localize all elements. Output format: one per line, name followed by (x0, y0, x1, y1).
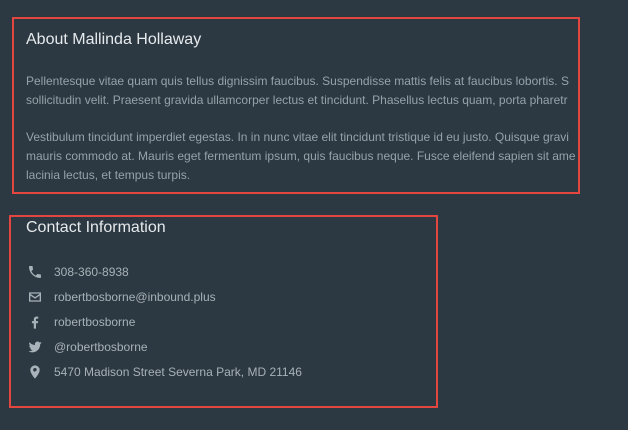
twitter-icon (26, 338, 44, 356)
contact-facebook-text: robertbosborne (54, 314, 136, 329)
contact-item-twitter: @robertbosborne (26, 334, 302, 359)
about-paragraph-one-line-two: sollicitudin velit. Praesent gravida ull… (26, 93, 568, 107)
contact-list: 308-360-8938 robertbosborne@inbound.plus… (26, 259, 302, 384)
about-paragraph-two-line-three: lacinia lectus, et tempus turpis. (26, 168, 191, 182)
contact-item-email: robertbosborne@inbound.plus (26, 284, 302, 309)
about-section: About Mallinda Hollaway Pellentesque vit… (0, 0, 628, 198)
email-icon (26, 288, 44, 306)
contact-section: Contact Information 308-360-8938 robertb… (0, 198, 628, 430)
phone-icon (26, 263, 44, 281)
contact-location-text: 5470 Madison Street Severna Park, MD 211… (54, 364, 302, 379)
contact-phone-text: 308-360-8938 (54, 264, 129, 279)
contact-title: Contact Information (26, 219, 166, 236)
about-title: About Mallinda Hollaway (26, 31, 202, 48)
contact-twitter-text: @robertbosborne (54, 339, 148, 354)
contact-item-facebook: robertbosborne (26, 309, 302, 334)
about-paragraph-one-line-one: Pellentesque vitae quam quis tellus dign… (26, 74, 569, 88)
about-copy: Pellentesque vitae quam quis tellus dign… (26, 72, 628, 185)
facebook-icon (26, 313, 44, 331)
about-paragraph-two-line-one: Vestibulum tincidunt imperdiet egestas. … (26, 130, 569, 144)
about-paragraph-two: Vestibulum tincidunt imperdiet egestas. … (26, 128, 628, 185)
about-paragraph-two-line-two: mauris commodo at. Mauris eget fermentum… (26, 149, 576, 163)
location-icon (26, 363, 44, 381)
contact-email-text: robertbosborne@inbound.plus (54, 289, 216, 304)
contact-item-phone: 308-360-8938 (26, 259, 302, 284)
contact-item-location: 5470 Madison Street Severna Park, MD 211… (26, 359, 302, 384)
about-paragraph-one: Pellentesque vitae quam quis tellus dign… (26, 72, 628, 110)
